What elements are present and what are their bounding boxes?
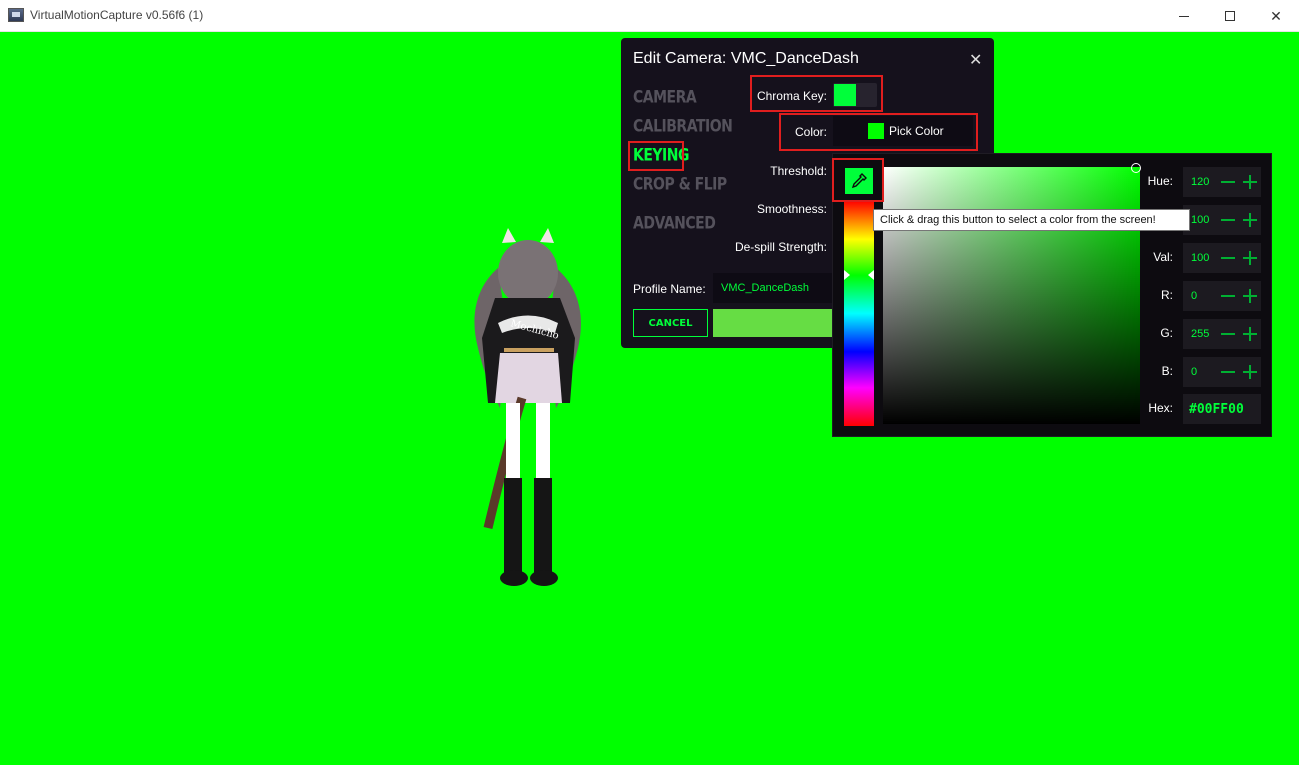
val-value: 100 <box>1191 252 1210 264</box>
sat-field[interactable]: 100 <box>1183 205 1261 235</box>
hue-slider[interactable] <box>844 201 874 426</box>
threshold-label: Threshold: <box>770 164 827 178</box>
maximize-icon <box>1225 11 1235 21</box>
hue-marker-left <box>844 270 850 280</box>
cancel-button[interactable]: CANCEL <box>633 309 708 337</box>
saturation-value-handle[interactable] <box>1131 163 1141 173</box>
minimize-icon <box>1179 15 1189 17</box>
val-field[interactable]: 100 <box>1183 243 1261 273</box>
r-label: R: <box>1161 288 1173 302</box>
minimize-button[interactable] <box>1161 0 1207 32</box>
b-plus-icon[interactable] <box>1243 365 1257 379</box>
val-minus-icon[interactable] <box>1221 257 1235 259</box>
nav-advanced[interactable]: ADVANCED <box>633 214 716 233</box>
g-value: 255 <box>1191 328 1210 340</box>
color-label: Color: <box>794 125 827 139</box>
hue-marker-right <box>868 270 874 280</box>
pick-color-label: Pick Color <box>889 124 944 138</box>
save-button[interactable] <box>713 309 838 337</box>
app-icon <box>8 8 24 22</box>
hex-input[interactable]: #00FF00 <box>1183 394 1261 424</box>
r-plus-icon[interactable] <box>1243 289 1257 303</box>
sat-minus-icon[interactable] <box>1221 219 1235 221</box>
panel-close-button[interactable]: ✕ <box>969 50 982 70</box>
window-title-bar: VirtualMotionCapture v0.56f6 (1) ✕ <box>0 0 1299 32</box>
maximize-button[interactable] <box>1207 0 1253 32</box>
chroma-key-label: Chroma Key: <box>756 89 827 103</box>
nav-camera[interactable]: CAMERA <box>633 88 697 107</box>
r-minus-icon[interactable] <box>1221 295 1235 297</box>
color-swatch <box>868 123 884 139</box>
val-label: Val: <box>1153 250 1173 264</box>
hue-field[interactable]: 120 <box>1183 167 1261 197</box>
hex-value: #00FF00 <box>1189 402 1244 417</box>
r-field[interactable]: 0 <box>1183 281 1261 311</box>
hue-minus-icon[interactable] <box>1221 181 1235 183</box>
profile-name-input[interactable]: VMC_DanceDash <box>713 273 838 303</box>
sat-plus-icon[interactable] <box>1243 213 1257 227</box>
g-minus-icon[interactable] <box>1221 333 1235 335</box>
val-plus-icon[interactable] <box>1243 251 1257 265</box>
highlight-box-keying <box>628 141 684 171</box>
highlight-box-eyedropper <box>832 158 884 202</box>
b-minus-icon[interactable] <box>1221 371 1235 373</box>
profile-name-label: Profile Name: <box>633 282 706 296</box>
b-label: B: <box>1161 364 1173 378</box>
panel-title: Edit Camera: VMC_DanceDash <box>633 50 859 67</box>
hue-label: Hue: <box>1147 174 1173 188</box>
hue-plus-icon[interactable] <box>1243 175 1257 189</box>
nav-calibration[interactable]: CALIBRATION <box>633 117 733 136</box>
hex-label: Hex: <box>1148 401 1173 415</box>
g-label: G: <box>1160 326 1173 340</box>
r-value: 0 <box>1191 290 1198 302</box>
hue-value: 120 <box>1191 176 1210 188</box>
despill-strength-label: De-spill Strength: <box>734 240 827 254</box>
smoothness-label: Smoothness: <box>756 202 827 216</box>
eyedropper-tooltip: Click & drag this button to select a col… <box>873 209 1190 231</box>
pick-color-button[interactable]: Pick Color <box>833 116 973 146</box>
color-picker-panel: Hue: 120 100 Val: 100 R: 0 G: 255 B: 0 H… <box>832 153 1272 437</box>
toggle-knob <box>834 84 856 106</box>
b-field[interactable]: 0 <box>1183 357 1261 387</box>
saturation-value-area[interactable] <box>883 167 1140 424</box>
b-value: 0 <box>1191 366 1198 378</box>
g-plus-icon[interactable] <box>1243 327 1257 341</box>
avatar-character: Mochicho <box>474 228 581 586</box>
camera-viewport: Mochicho Edit Camera: VMC_DanceDash ✕ CA… <box>0 32 1299 765</box>
sat-value: 100 <box>1191 214 1210 226</box>
close-window-button[interactable]: ✕ <box>1253 0 1299 32</box>
window-title: VirtualMotionCapture v0.56f6 (1) <box>30 8 204 22</box>
g-field[interactable]: 255 <box>1183 319 1261 349</box>
chroma-key-toggle[interactable] <box>833 83 877 107</box>
